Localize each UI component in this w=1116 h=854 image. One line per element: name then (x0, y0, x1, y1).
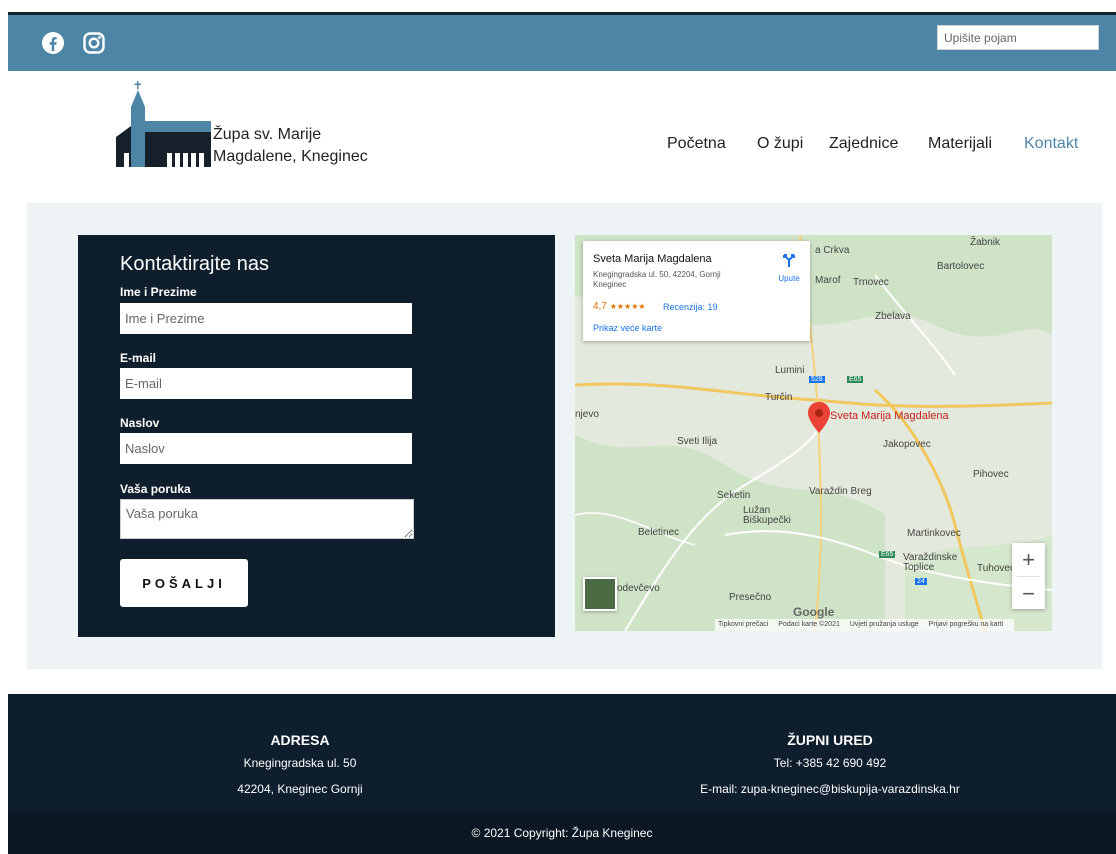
top-bar (8, 15, 1116, 71)
search-input[interactable] (937, 25, 1099, 50)
map-label: Sveti Ilija (677, 436, 718, 447)
nav-materijali[interactable]: Materijali (928, 135, 992, 153)
map-label: Lumini (775, 365, 805, 376)
road-sign: 24 (915, 578, 927, 585)
office-heading: ŽUPNI URED (787, 732, 873, 748)
map-label: Žabnik (970, 237, 1001, 248)
map-label: Beletinec (638, 527, 680, 538)
site-header: Župa sv. Marije Magdalene, Kneginec Poče… (8, 71, 1116, 203)
map-label: Seketin (717, 490, 751, 501)
star-rating: ★★★★★ (609, 302, 646, 311)
zoom-in-button[interactable]: + (1012, 543, 1045, 576)
subject-label: Naslov (120, 416, 160, 430)
google-map[interactable]: a Crkva Žabnik Bartolovec Marof Trnovec … (575, 235, 1052, 631)
copyright-bar: © 2021 Copyright: Župa Kneginec (8, 812, 1116, 854)
satellite-toggle[interactable] (583, 577, 617, 611)
reviews-link[interactable]: Recenzija: 19 (663, 302, 718, 312)
keyboard-shortcuts-link[interactable]: Tipkovni prečaci (718, 621, 768, 628)
map-label: Presečno (729, 592, 772, 603)
church-logo[interactable] (113, 81, 218, 169)
map-label: odevčevo (617, 583, 660, 594)
road-sign: E65 (879, 551, 896, 558)
map-label: njevo (575, 409, 599, 420)
address-line2: 42204, Kneginec Gornji (237, 782, 363, 796)
terms-link[interactable]: Uvjeti pružanja usluge (850, 621, 919, 628)
map-marker-icon[interactable] (807, 402, 831, 434)
name-label: Ime i Prezime (120, 285, 197, 299)
contact-section: Kontaktirajte nas Ime i Prezime E-mail N… (27, 203, 1102, 669)
map-label: Marof (815, 275, 841, 286)
site-footer: ADRESA Knegingradska ul. 50 42204, Knegi… (8, 694, 1116, 854)
office-tel: Tel: +385 42 690 492 (773, 756, 887, 770)
instagram-icon[interactable] (82, 31, 106, 55)
marker-label[interactable]: Sveta Marija Magdalena (830, 410, 949, 422)
map-label: Trnovec (853, 277, 889, 288)
map-label: Pihovec (973, 469, 1009, 480)
map-label: Tuhovec (977, 563, 1015, 574)
google-logo: Google (793, 605, 835, 619)
address-line1: Knegingradska ul. 50 (243, 756, 357, 770)
top-border (0, 0, 1116, 15)
map-label: Varaždinske Toplice (903, 552, 958, 573)
office-email[interactable]: E-mail: zupa-kneginec@biskupija-varazdin… (630, 782, 1030, 796)
send-button[interactable]: POŠALJI (120, 559, 248, 607)
map-label: Varaždin Breg (809, 486, 872, 497)
map-label: Jakopovec (883, 439, 931, 450)
directions-icon (783, 254, 795, 267)
subject-field[interactable] (120, 433, 412, 464)
address-heading: ADRESA (270, 732, 330, 748)
nav-o-zupi[interactable]: O župi (757, 135, 803, 153)
place-address: Knegingradska ul. 50, 42204, Gornji Kneg… (593, 270, 721, 289)
zoom-out-button[interactable]: − (1012, 577, 1045, 610)
map-label: a Crkva (815, 245, 850, 256)
contact-form: Kontaktirajte nas Ime i Prezime E-mail N… (78, 235, 555, 637)
place-title: Sveta Marija Magdalena (593, 253, 712, 265)
map-label: Turčin (765, 392, 793, 403)
map-label: Bartolovec (937, 261, 985, 272)
email-label: E-mail (120, 351, 157, 365)
road-sign: E65 (847, 376, 864, 383)
map-attribution: Tipkovni prečaci Podaci karte ©2021 Uvje… (715, 619, 1015, 631)
site-brand[interactable]: Župa sv. Marije Magdalene, Kneginec (213, 124, 368, 168)
zoom-controls: + − (1012, 543, 1045, 609)
copyright-text: © 2021 Copyright: Župa Kneginec (471, 826, 653, 840)
nav-zajednice[interactable]: Zajednice (829, 135, 898, 153)
map-label: Martinkovec (907, 528, 961, 539)
nav-pocetna[interactable]: Početna (667, 135, 726, 153)
message-label: Vaša poruka (120, 482, 191, 496)
email-field[interactable] (120, 368, 412, 399)
road-sign: 528 (809, 376, 825, 383)
map-label: Lužan Biškupečki (743, 505, 791, 526)
message-field[interactable] (120, 499, 414, 539)
place-card: Sveta Marija Magdalena Knegingradska ul.… (583, 241, 810, 341)
place-rating: 4,7 ★★★★★ (593, 301, 646, 312)
nav-kontakt[interactable]: Kontakt (1024, 135, 1078, 153)
map-data-text: Podaci karte ©2021 (778, 621, 840, 628)
form-title: Kontaktirajte nas (120, 253, 269, 275)
facebook-icon[interactable] (41, 31, 65, 55)
report-error-link[interactable]: Prijavi pogrešku na karti (929, 621, 1004, 628)
bigger-map-link[interactable]: Prikaz veće karte (593, 323, 662, 333)
map-label: Zbelava (875, 311, 911, 322)
directions-button[interactable]: Upute (773, 251, 805, 283)
name-field[interactable] (120, 303, 412, 334)
